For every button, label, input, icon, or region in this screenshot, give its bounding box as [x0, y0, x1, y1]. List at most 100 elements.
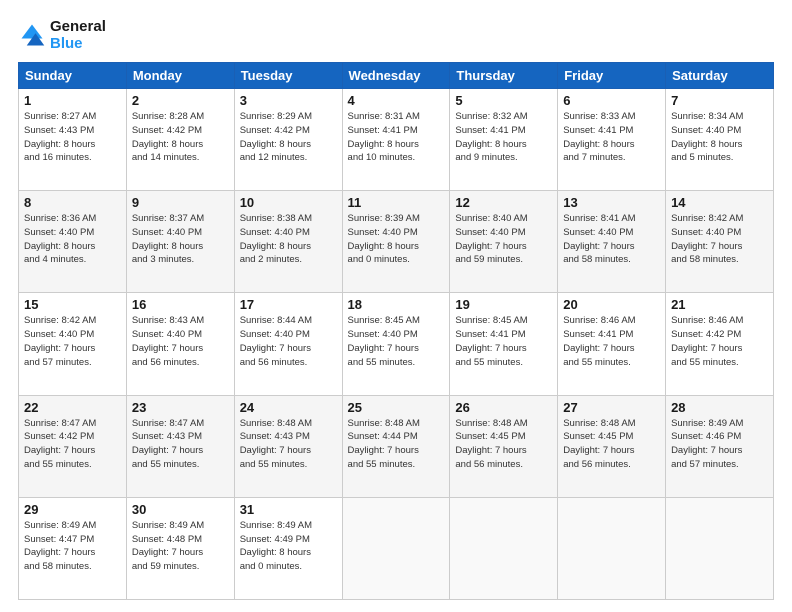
- day-info: Sunrise: 8:47 AM Sunset: 4:43 PM Dayligh…: [132, 417, 229, 472]
- calendar-day-cell: 4 Sunrise: 8:31 AM Sunset: 4:41 PM Daylig…: [342, 89, 450, 191]
- day-number: 11: [348, 195, 445, 210]
- day-number: 8: [24, 195, 121, 210]
- weekday-header-cell: Tuesday: [234, 63, 342, 89]
- calendar-day-cell: 14 Sunrise: 8:42 AM Sunset: 4:40 PM Dayli…: [666, 191, 774, 293]
- day-info: Sunrise: 8:34 AM Sunset: 4:40 PM Dayligh…: [671, 110, 768, 165]
- day-number: 18: [348, 297, 445, 312]
- day-info: Sunrise: 8:43 AM Sunset: 4:40 PM Dayligh…: [132, 314, 229, 369]
- day-info: Sunrise: 8:32 AM Sunset: 4:41 PM Dayligh…: [455, 110, 552, 165]
- day-number: 4: [348, 93, 445, 108]
- calendar-day-cell: 11Sunrise: 8:39 AM Sunset: 4:40 PM Dayli…: [342, 191, 450, 293]
- calendar-day-cell: 13 Sunrise: 8:41 AM Sunset: 4:40 PM Dayli…: [558, 191, 666, 293]
- day-number: 3: [240, 93, 337, 108]
- calendar-day-cell: 31 Sunrise: 8:49 AM Sunset: 4:49 PM Dayli…: [234, 497, 342, 599]
- day-number: 1: [24, 93, 121, 108]
- calendar-day-cell: 6 Sunrise: 8:33 AM Sunset: 4:41 PM Daylig…: [558, 89, 666, 191]
- calendar-day-cell: 15 Sunrise: 8:42 AM Sunset: 4:40 PM Dayli…: [19, 293, 127, 395]
- weekday-header-row: SundayMondayTuesdayWednesdayThursdayFrid…: [19, 63, 774, 89]
- calendar-day-cell: 25 Sunrise: 8:48 AM Sunset: 4:44 PM Dayli…: [342, 395, 450, 497]
- day-info: Sunrise: 8:37 AM Sunset: 4:40 PM Dayligh…: [132, 212, 229, 267]
- calendar-day-cell: 26 Sunrise: 8:48 AM Sunset: 4:45 PM Dayli…: [450, 395, 558, 497]
- day-number: 6: [563, 93, 660, 108]
- weekday-header-cell: Friday: [558, 63, 666, 89]
- day-info: Sunrise: 8:29 AM Sunset: 4:42 PM Dayligh…: [240, 110, 337, 165]
- day-number: 17: [240, 297, 337, 312]
- day-number: 13: [563, 195, 660, 210]
- logo: General Blue: [18, 18, 106, 52]
- day-number: 22: [24, 400, 121, 415]
- day-number: 5: [455, 93, 552, 108]
- day-info: Sunrise: 8:47 AM Sunset: 4:42 PM Dayligh…: [24, 417, 121, 472]
- calendar-day-cell: 9 Sunrise: 8:37 AM Sunset: 4:40 PM Daylig…: [126, 191, 234, 293]
- day-number: 30: [132, 502, 229, 517]
- day-number: 7: [671, 93, 768, 108]
- weekday-header-cell: Wednesday: [342, 63, 450, 89]
- calendar-day-cell: 2Sunrise: 8:28 AM Sunset: 4:42 PM Daylig…: [126, 89, 234, 191]
- day-number: 10: [240, 195, 337, 210]
- day-info: Sunrise: 8:44 AM Sunset: 4:40 PM Dayligh…: [240, 314, 337, 369]
- calendar-week-row: 29 Sunrise: 8:49 AM Sunset: 4:47 PM Dayli…: [19, 497, 774, 599]
- day-number: 31: [240, 502, 337, 517]
- calendar-day-cell: 21Sunrise: 8:46 AM Sunset: 4:42 PM Dayli…: [666, 293, 774, 395]
- calendar-day-cell: 1 Sunrise: 8:27 AM Sunset: 4:43 PM Daylig…: [19, 89, 127, 191]
- day-info: Sunrise: 8:49 AM Sunset: 4:49 PM Dayligh…: [240, 519, 337, 574]
- logo-icon: [18, 21, 46, 49]
- weekday-header-cell: Thursday: [450, 63, 558, 89]
- weekday-header-cell: Sunday: [19, 63, 127, 89]
- day-info: Sunrise: 8:49 AM Sunset: 4:46 PM Dayligh…: [671, 417, 768, 472]
- day-number: 12: [455, 195, 552, 210]
- day-info: Sunrise: 8:28 AM Sunset: 4:42 PM Dayligh…: [132, 110, 229, 165]
- day-number: 14: [671, 195, 768, 210]
- calendar-day-cell: 24Sunrise: 8:48 AM Sunset: 4:43 PM Dayli…: [234, 395, 342, 497]
- day-info: Sunrise: 8:42 AM Sunset: 4:40 PM Dayligh…: [671, 212, 768, 267]
- day-number: 29: [24, 502, 121, 517]
- day-info: Sunrise: 8:49 AM Sunset: 4:47 PM Dayligh…: [24, 519, 121, 574]
- day-info: Sunrise: 8:48 AM Sunset: 4:45 PM Dayligh…: [563, 417, 660, 472]
- day-info: Sunrise: 8:49 AM Sunset: 4:48 PM Dayligh…: [132, 519, 229, 574]
- calendar-day-cell: [558, 497, 666, 599]
- day-info: Sunrise: 8:45 AM Sunset: 4:41 PM Dayligh…: [455, 314, 552, 369]
- day-number: 23: [132, 400, 229, 415]
- day-info: Sunrise: 8:27 AM Sunset: 4:43 PM Dayligh…: [24, 110, 121, 165]
- calendar-week-row: 15 Sunrise: 8:42 AM Sunset: 4:40 PM Dayli…: [19, 293, 774, 395]
- day-number: 21: [671, 297, 768, 312]
- calendar-day-cell: 8 Sunrise: 8:36 AM Sunset: 4:40 PM Daylig…: [19, 191, 127, 293]
- day-info: Sunrise: 8:48 AM Sunset: 4:45 PM Dayligh…: [455, 417, 552, 472]
- day-info: Sunrise: 8:38 AM Sunset: 4:40 PM Dayligh…: [240, 212, 337, 267]
- day-info: Sunrise: 8:48 AM Sunset: 4:44 PM Dayligh…: [348, 417, 445, 472]
- day-info: Sunrise: 8:40 AM Sunset: 4:40 PM Dayligh…: [455, 212, 552, 267]
- day-info: Sunrise: 8:31 AM Sunset: 4:41 PM Dayligh…: [348, 110, 445, 165]
- calendar-day-cell: [450, 497, 558, 599]
- day-number: 15: [24, 297, 121, 312]
- day-number: 28: [671, 400, 768, 415]
- day-info: Sunrise: 8:41 AM Sunset: 4:40 PM Dayligh…: [563, 212, 660, 267]
- calendar-week-row: 8 Sunrise: 8:36 AM Sunset: 4:40 PM Daylig…: [19, 191, 774, 293]
- calendar-day-cell: [342, 497, 450, 599]
- day-number: 25: [348, 400, 445, 415]
- calendar-day-cell: 17 Sunrise: 8:44 AM Sunset: 4:40 PM Dayli…: [234, 293, 342, 395]
- calendar-week-row: 1 Sunrise: 8:27 AM Sunset: 4:43 PM Daylig…: [19, 89, 774, 191]
- calendar-day-cell: 3 Sunrise: 8:29 AM Sunset: 4:42 PM Daylig…: [234, 89, 342, 191]
- day-info: Sunrise: 8:33 AM Sunset: 4:41 PM Dayligh…: [563, 110, 660, 165]
- day-info: Sunrise: 8:45 AM Sunset: 4:40 PM Dayligh…: [348, 314, 445, 369]
- calendar-day-cell: 22 Sunrise: 8:47 AM Sunset: 4:42 PM Dayli…: [19, 395, 127, 497]
- calendar-day-cell: 19 Sunrise: 8:45 AM Sunset: 4:41 PM Dayli…: [450, 293, 558, 395]
- calendar-day-cell: 18 Sunrise: 8:45 AM Sunset: 4:40 PM Dayli…: [342, 293, 450, 395]
- calendar-day-cell: 23 Sunrise: 8:47 AM Sunset: 4:43 PM Dayli…: [126, 395, 234, 497]
- calendar-day-cell: 30 Sunrise: 8:49 AM Sunset: 4:48 PM Dayli…: [126, 497, 234, 599]
- calendar-week-row: 22 Sunrise: 8:47 AM Sunset: 4:42 PM Dayli…: [19, 395, 774, 497]
- day-info: Sunrise: 8:48 AM Sunset: 4:43 PM Dayligh…: [240, 417, 337, 472]
- day-number: 9: [132, 195, 229, 210]
- day-info: Sunrise: 8:42 AM Sunset: 4:40 PM Dayligh…: [24, 314, 121, 369]
- calendar-day-cell: 10 Sunrise: 8:38 AM Sunset: 4:40 PM Dayli…: [234, 191, 342, 293]
- calendar-day-cell: 29 Sunrise: 8:49 AM Sunset: 4:47 PM Dayli…: [19, 497, 127, 599]
- day-info: Sunrise: 8:46 AM Sunset: 4:41 PM Dayligh…: [563, 314, 660, 369]
- calendar-day-cell: 12 Sunrise: 8:40 AM Sunset: 4:40 PM Dayli…: [450, 191, 558, 293]
- header: General Blue: [18, 18, 774, 52]
- day-info: Sunrise: 8:36 AM Sunset: 4:40 PM Dayligh…: [24, 212, 121, 267]
- day-number: 19: [455, 297, 552, 312]
- day-number: 26: [455, 400, 552, 415]
- day-number: 16: [132, 297, 229, 312]
- calendar-day-cell: 20Sunrise: 8:46 AM Sunset: 4:41 PM Dayli…: [558, 293, 666, 395]
- weekday-header-cell: Monday: [126, 63, 234, 89]
